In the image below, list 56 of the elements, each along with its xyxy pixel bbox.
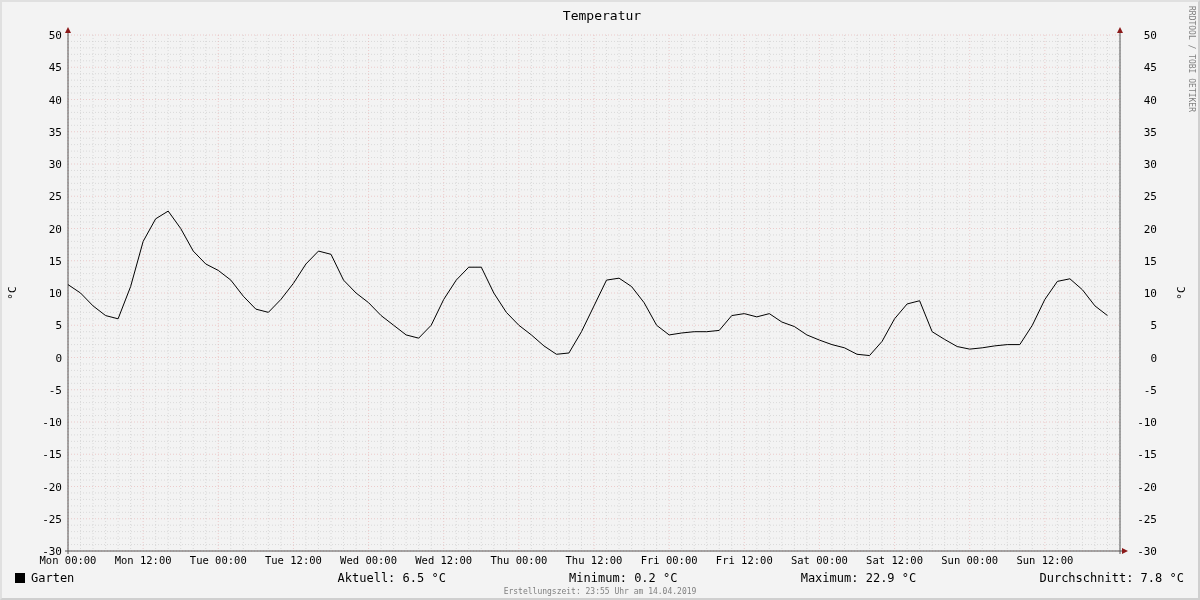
stat-text: Maximum: 22.9 °C (800, 570, 917, 587)
y-axis-label: 0 (55, 351, 62, 365)
y-axis-label: 0 (1150, 351, 1157, 365)
y-axis-label: -10 (1137, 416, 1157, 429)
y-axis-label: -5 (1143, 383, 1157, 397)
y-axis-label: 5 (55, 319, 62, 333)
y-axis-label: -20 (1137, 480, 1157, 494)
y-axis-label: -5 (48, 383, 62, 397)
y-axis-label: 20 (1143, 222, 1157, 236)
x-axis-label: Sat 12:00 (866, 554, 923, 566)
legend-label: Garten (31, 570, 75, 587)
y-axis-label: 20 (48, 222, 62, 236)
y-axis-label: 10 (1143, 287, 1157, 300)
y-axis-label: -10 (42, 416, 62, 429)
y-axis-label: 45 (1143, 61, 1157, 75)
footer-text: Erstellungszeit: 23:55 Uhr am 14.04.2019 (503, 586, 697, 598)
y-axis-label: -20 (42, 480, 62, 494)
y-axis-label: 15 (1143, 254, 1157, 268)
x-axis-label: Fri 12:00 (715, 554, 773, 566)
y-axis-label: 40 (48, 93, 62, 107)
y-axis-label: -15 (42, 448, 62, 462)
side-label: RRDTOOL / TOBI OETIKER (1187, 6, 1195, 112)
y-axis-title: °C (6, 286, 19, 300)
chart-title: Temperatur (562, 8, 642, 23)
x-axis-label: Tue 00:00 (189, 554, 247, 566)
stat-text: Aktuell: 6.5 °C (337, 570, 446, 587)
x-axis-label: Thu 00:00 (490, 554, 548, 566)
x-axis-label: Sun 00:00 (941, 554, 999, 566)
stat-text: Minimum: 0.2 °C (569, 570, 678, 587)
x-axis-label: Wed 00:00 (340, 554, 397, 566)
y-axis-label: -15 (1137, 448, 1157, 462)
x-axis-label: Mon 12:00 (114, 554, 172, 566)
x-axis-label: Wed 12:00 (415, 554, 473, 566)
y-axis-label: 25 (1143, 190, 1157, 204)
y-axis-label: 30 (48, 158, 62, 171)
x-axis-label: Tue 12:00 (265, 554, 322, 566)
y-axis-label: 30 (1143, 158, 1157, 171)
y-axis-title: °C (1175, 286, 1188, 300)
y-axis-label: 40 (1143, 93, 1157, 107)
stat-text: Durchschnitt: 7.8 °C (1039, 570, 1184, 587)
y-axis-label: -30 (1137, 545, 1157, 558)
y-axis-label: 50 (1143, 29, 1157, 42)
y-axis-label: 10 (48, 287, 62, 300)
x-axis-label: Sat 00:00 (791, 554, 848, 566)
x-axis-label: Fri 00:00 (640, 554, 698, 566)
y-axis-label: 15 (48, 254, 62, 268)
x-axis-label: Thu 12:00 (565, 554, 623, 566)
y-axis-label: 45 (48, 61, 62, 75)
y-axis-label: 35 (1143, 125, 1157, 139)
x-axis-label: Sun 12:00 (1016, 554, 1074, 566)
y-axis-label: 5 (1150, 319, 1157, 333)
y-axis-label: 35 (48, 125, 62, 139)
y-axis-label: -25 (1137, 512, 1157, 526)
y-axis-label: -25 (42, 512, 62, 526)
y-axis-label: 50 (48, 29, 62, 42)
y-axis-label: 25 (48, 190, 62, 204)
